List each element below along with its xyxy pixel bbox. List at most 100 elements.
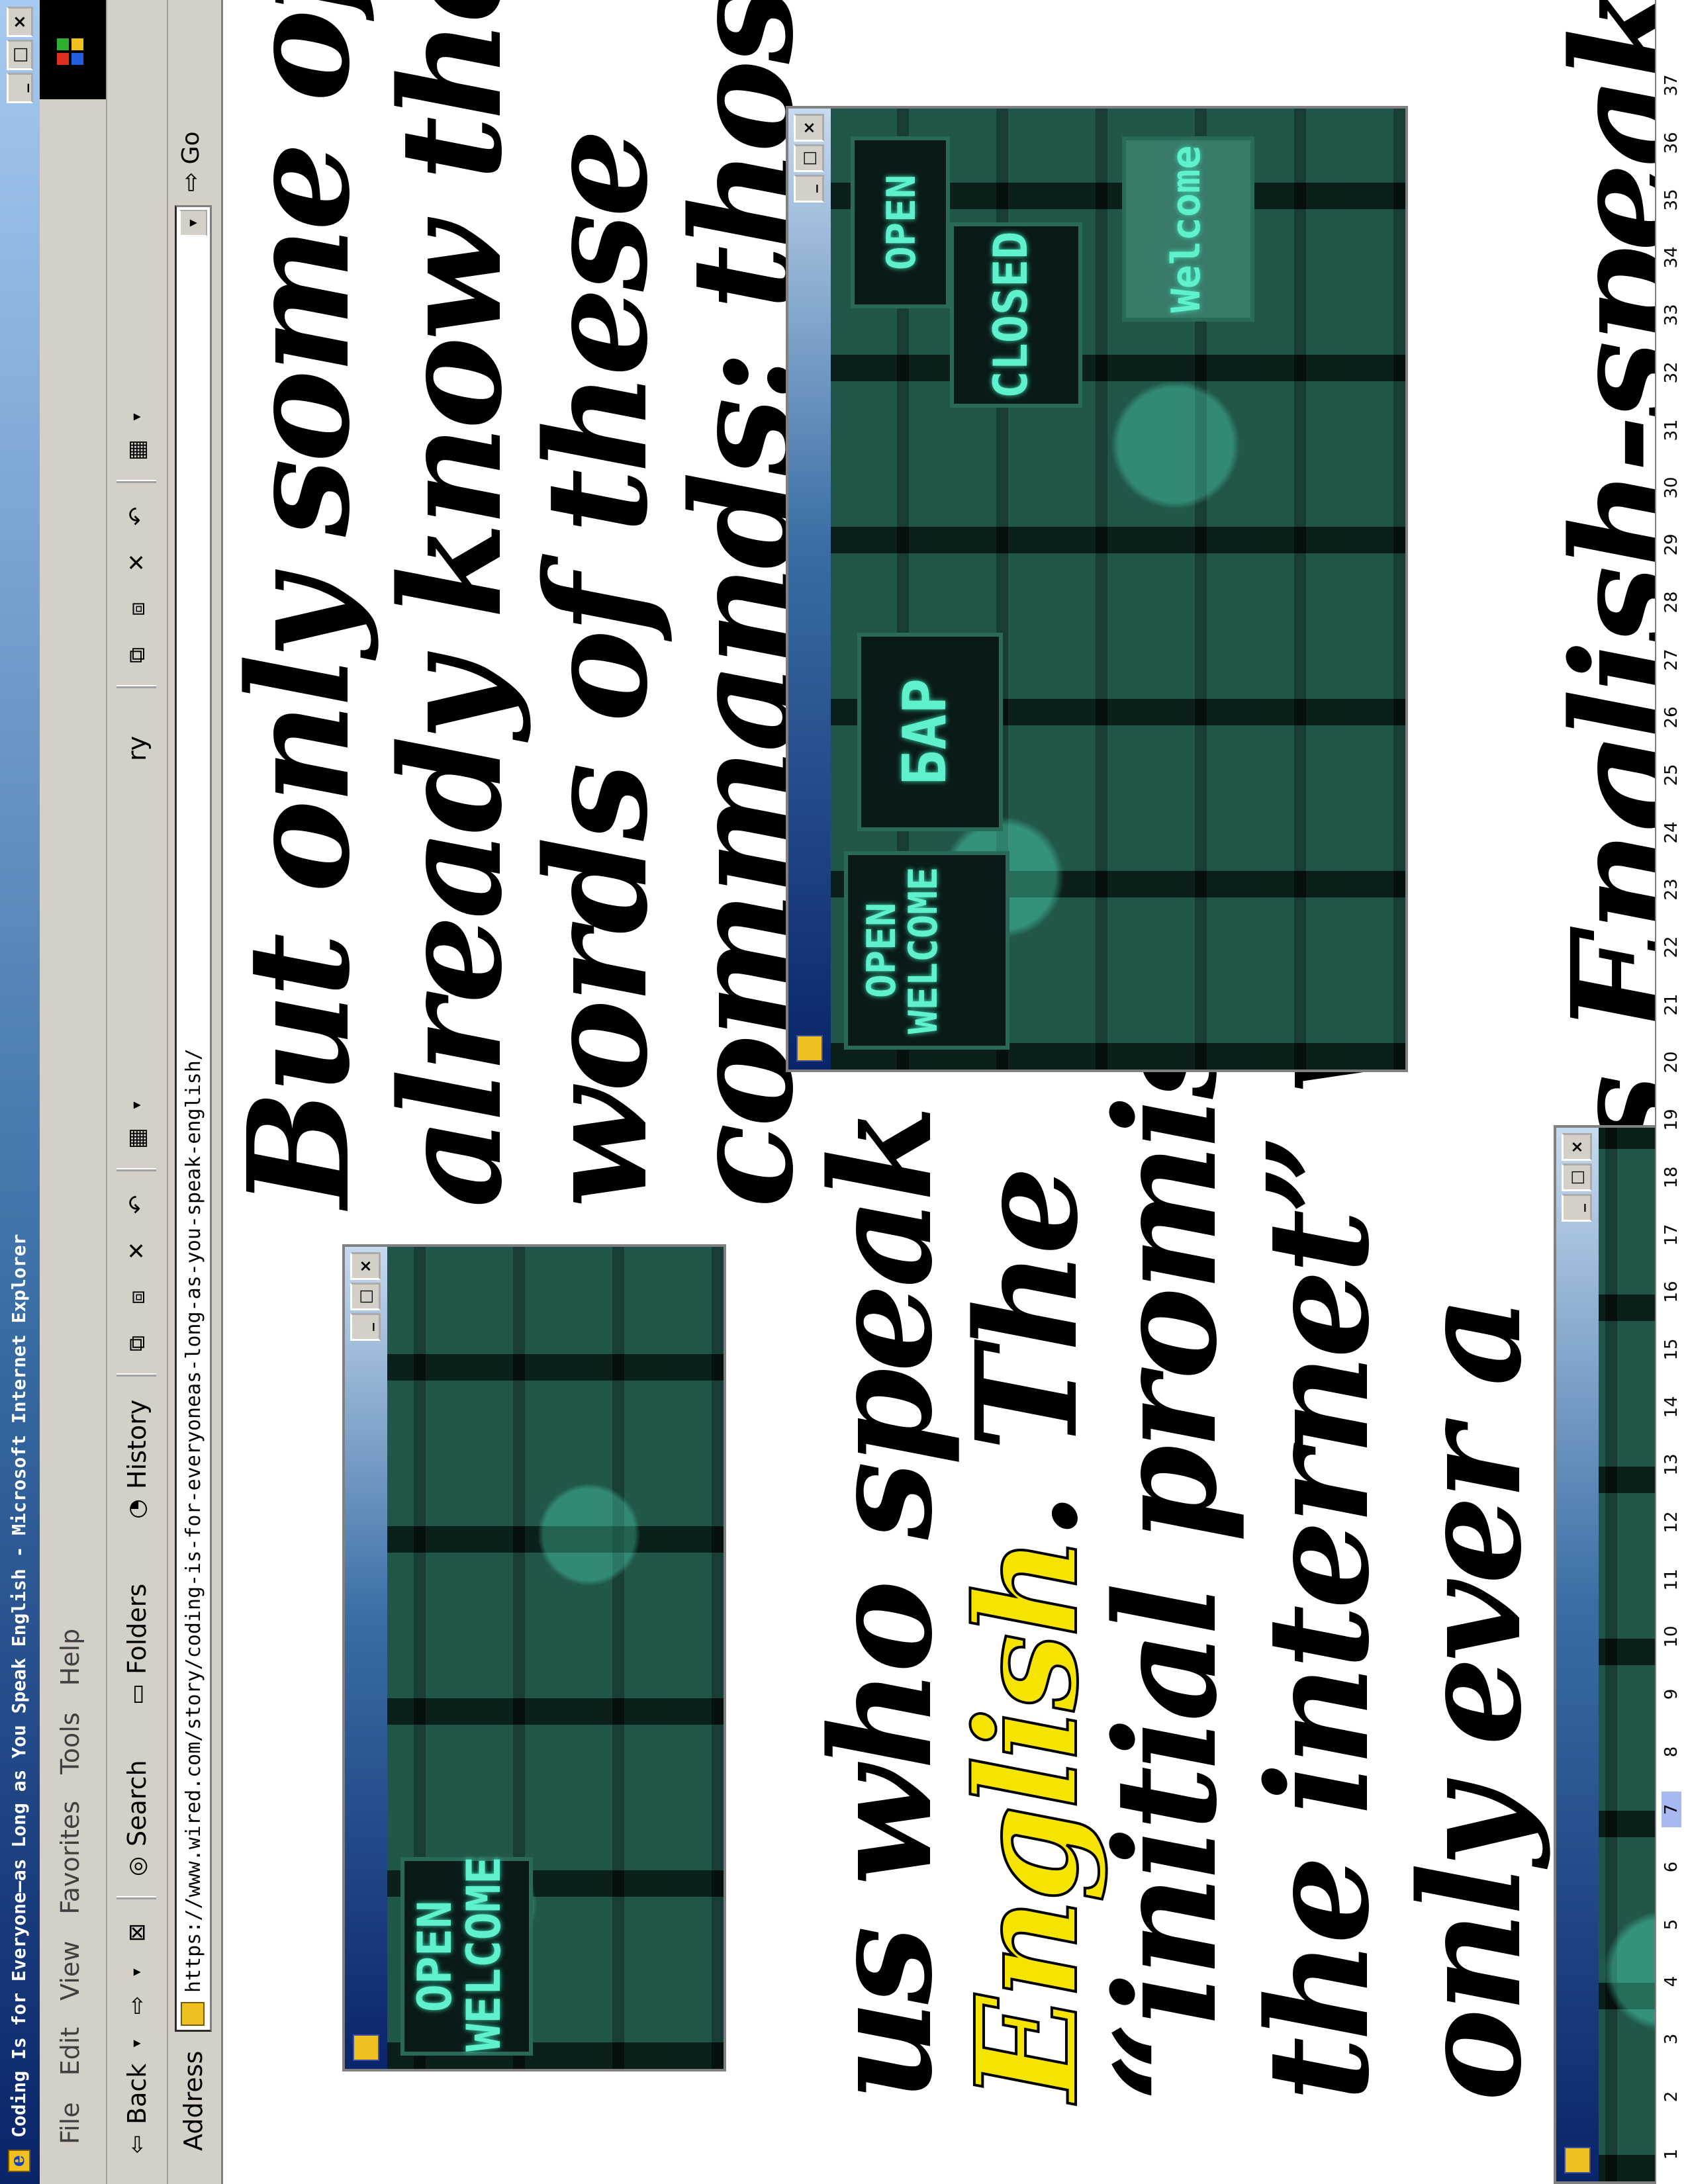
popup-minimize-button[interactable]: _ bbox=[350, 1313, 381, 1341]
neon-sign: БАР bbox=[857, 633, 1003, 831]
undo-button[interactable]: ↶ bbox=[114, 1191, 160, 1218]
line-number: 30 bbox=[1662, 477, 1681, 499]
views-icon: ▦ bbox=[124, 1127, 150, 1150]
windows-logo-icon bbox=[40, 0, 106, 99]
move-to-button-2[interactable]: ⧉ bbox=[114, 642, 160, 668]
popup-maximize-button[interactable]: □ bbox=[1562, 1163, 1592, 1191]
page-content: But only some of us already know the wor… bbox=[223, 0, 1655, 2184]
popup-body bbox=[1599, 1128, 1655, 2181]
folders-icon: ▭ bbox=[124, 1683, 150, 1706]
article-line-9: only ever a bbox=[1389, 1300, 1552, 2101]
popup-window-controls: _ □ × bbox=[350, 1252, 381, 1341]
go-button[interactable]: ⇨ Go bbox=[177, 131, 205, 192]
popup-window-right[interactable]: _ □ × OPEN WELCOME БАР CLOSED OPEN Welco… bbox=[786, 106, 1408, 1072]
line-number: 27 bbox=[1662, 649, 1681, 671]
ie-icon bbox=[8, 2150, 30, 2172]
views-button-2[interactable]: ▦ ▾ bbox=[114, 404, 160, 463]
line-number: 25 bbox=[1662, 764, 1681, 786]
line-number: 16 bbox=[1662, 1281, 1681, 1303]
line-number: 4 bbox=[1662, 1976, 1681, 1987]
popup-title-bar: _ □ × bbox=[345, 1247, 387, 2069]
history-label-clipped[interactable]: ry bbox=[114, 736, 160, 761]
line-number: 23 bbox=[1662, 878, 1681, 901]
browser-window: Coding Is for Everyone—as Long as You Sp… bbox=[0, 0, 1688, 2184]
popup-app-icon bbox=[796, 1035, 823, 1062]
article-line-2: already know the bbox=[369, 0, 533, 1208]
line-number: 31 bbox=[1662, 419, 1681, 441]
line-number: 24 bbox=[1662, 821, 1681, 844]
line-number: 33 bbox=[1662, 304, 1681, 326]
menu-favorites[interactable]: Favorites bbox=[56, 1801, 85, 1915]
address-dropdown-button[interactable]: ▾ bbox=[179, 210, 207, 236]
history-button[interactable]: ◔ History bbox=[114, 1400, 160, 1522]
popup-close-button[interactable]: × bbox=[350, 1252, 381, 1280]
popup-window-bottom[interactable]: _ □ × bbox=[1554, 1125, 1655, 2184]
back-arrow-icon: ⇦ bbox=[124, 2134, 150, 2154]
popup-maximize-button[interactable]: □ bbox=[794, 144, 824, 172]
article-line-3: words of these bbox=[515, 132, 679, 1208]
menu-view[interactable]: View bbox=[56, 1941, 85, 2001]
close-button[interactable]: × bbox=[7, 7, 33, 37]
line-number: 21 bbox=[1662, 993, 1681, 1016]
copy-to-button[interactable]: ⧈ bbox=[114, 1284, 160, 1310]
copy-to-button-2[interactable]: ⧈ bbox=[114, 596, 160, 622]
menu-help[interactable]: Help bbox=[56, 1629, 85, 1686]
history-icon: ◔ bbox=[124, 1499, 150, 1519]
popup-window-left[interactable]: _ □ × OPEN WELCOME bbox=[342, 1244, 726, 2071]
chevron-down-icon: ▾ bbox=[128, 1968, 145, 1976]
line-number: 18 bbox=[1662, 1166, 1681, 1189]
menu-tools[interactable]: Tools bbox=[56, 1712, 85, 1774]
address-input[interactable]: https://www.wired.com/story/coding-is-fo… bbox=[175, 205, 212, 2032]
line-number: 36 bbox=[1662, 132, 1681, 154]
minimize-button[interactable]: _ bbox=[7, 73, 33, 103]
line-number: 22 bbox=[1662, 936, 1681, 958]
line-number: 1 bbox=[1662, 2148, 1681, 2160]
line-number: 9 bbox=[1662, 1688, 1681, 1700]
chevron-down-icon: ▾ bbox=[128, 1101, 145, 1109]
menu-file[interactable]: File bbox=[56, 2102, 85, 2144]
chevron-down-icon: ▾ bbox=[128, 413, 145, 421]
views-icon: ▦ bbox=[124, 439, 150, 461]
menu-bar: File Edit View Favorites Tools Help bbox=[40, 0, 107, 2184]
line-number: 15 bbox=[1662, 1338, 1681, 1361]
line-number: 34 bbox=[1662, 246, 1681, 269]
address-url: https://www.wired.com/story/coding-is-fo… bbox=[182, 1048, 205, 1993]
copy-to-icon: ⧈ bbox=[124, 602, 150, 616]
line-number: 13 bbox=[1662, 1453, 1681, 1476]
back-label: Back bbox=[122, 2063, 152, 2124]
maximize-button[interactable]: □ bbox=[7, 40, 33, 70]
forward-arrow-icon: ⇨ bbox=[124, 1995, 150, 2015]
toolbar: ⇦ Back ▾ ⇨ ▾ ⊠ ◎ Search ▭ Folders ◔ Hist… bbox=[107, 0, 168, 2184]
forward-button[interactable]: ⇨ ▾ bbox=[114, 1959, 160, 2019]
menu-edit[interactable]: Edit bbox=[56, 2027, 85, 2076]
popup-title-bar: _ □ × bbox=[1556, 1128, 1599, 2181]
move-to-button[interactable]: ⧉ bbox=[114, 1330, 160, 1357]
delete-button[interactable]: ✕ bbox=[114, 1238, 160, 1264]
line-number: 32 bbox=[1662, 361, 1681, 384]
popup-close-button[interactable]: × bbox=[1562, 1133, 1592, 1161]
address-bar: Address https://www.wired.com/story/codi… bbox=[168, 0, 223, 2184]
search-button[interactable]: ◎ Search bbox=[114, 1760, 160, 1880]
folders-button[interactable]: ▭ Folders bbox=[114, 1584, 160, 1707]
popup-title-bar: _ □ × bbox=[788, 109, 831, 1069]
address-label: Address bbox=[179, 2050, 208, 2151]
popup-window-controls: _ □ × bbox=[794, 114, 824, 203]
back-button[interactable]: ⇦ Back ▾ bbox=[114, 2030, 160, 2158]
line-number: 12 bbox=[1662, 1511, 1681, 1533]
neon-signs-image: OPEN WELCOME БАР CLOSED OPEN Welcome bbox=[831, 109, 1405, 1069]
stop-button[interactable]: ⊠ bbox=[114, 1919, 160, 1946]
popup-close-button[interactable]: × bbox=[794, 114, 824, 142]
delete-button-2[interactable]: ✕ bbox=[114, 549, 160, 576]
window-title: Coding Is for Everyone—as Long as You Sp… bbox=[8, 1234, 30, 2138]
line-number: 37 bbox=[1662, 74, 1681, 97]
line-number: 10 bbox=[1662, 1625, 1681, 1648]
undo-button-2[interactable]: ↶ bbox=[114, 503, 160, 529]
neon-sign: Welcome bbox=[1122, 136, 1254, 322]
views-button[interactable]: ▦ ▾ bbox=[114, 1092, 160, 1152]
delete-icon: ✕ bbox=[124, 1241, 150, 1261]
line-number: 20 bbox=[1662, 1051, 1681, 1073]
popup-minimize-button[interactable]: _ bbox=[794, 175, 824, 203]
line-number: 5 bbox=[1662, 1919, 1681, 1931]
popup-minimize-button[interactable]: _ bbox=[1562, 1194, 1592, 1222]
popup-maximize-button[interactable]: □ bbox=[350, 1283, 381, 1310]
